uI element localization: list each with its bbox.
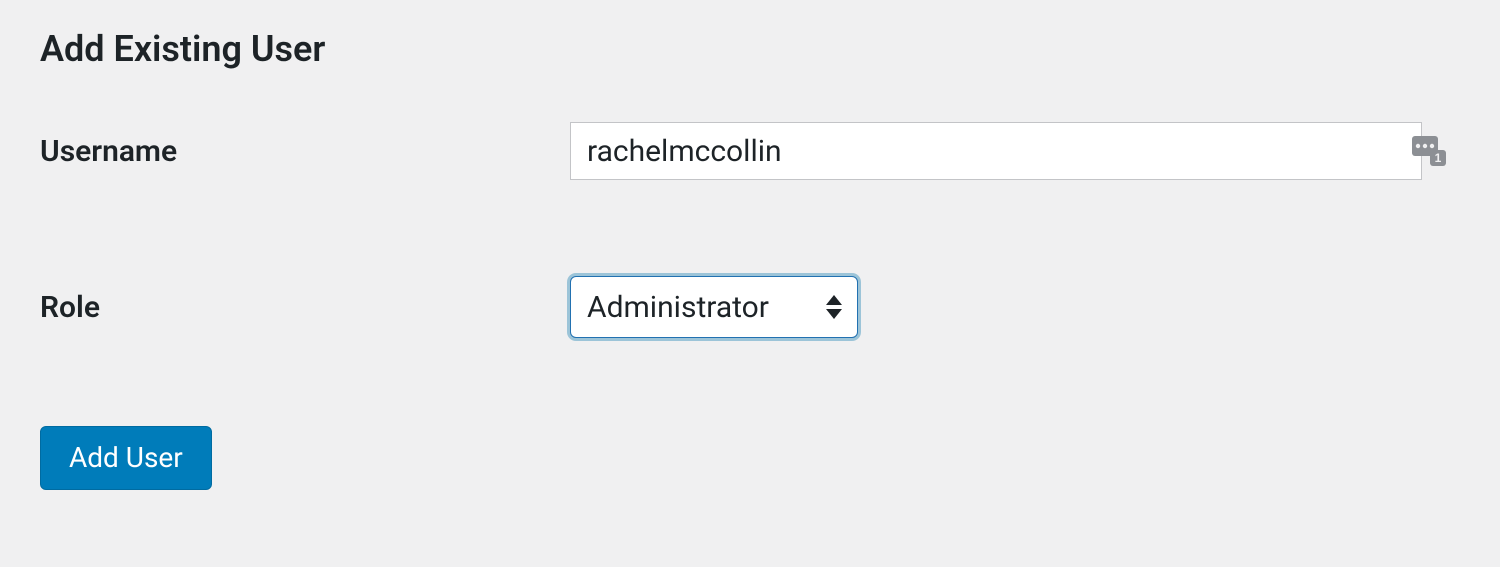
role-row: Role Administrator xyxy=(40,276,1460,338)
username-input-wrap: 1 xyxy=(570,122,1460,180)
role-label: Role xyxy=(40,290,570,325)
add-user-button[interactable]: Add User xyxy=(40,426,212,490)
role-select-wrap: Administrator xyxy=(570,276,858,338)
password-manager-icon: 1 xyxy=(1412,136,1446,166)
role-select[interactable]: Administrator xyxy=(570,276,858,338)
username-row: Username 1 xyxy=(40,122,1460,180)
username-label: Username xyxy=(40,134,570,169)
username-input[interactable] xyxy=(570,122,1422,180)
svg-text:1: 1 xyxy=(1435,151,1442,165)
page-title: Add Existing User xyxy=(40,28,1460,70)
